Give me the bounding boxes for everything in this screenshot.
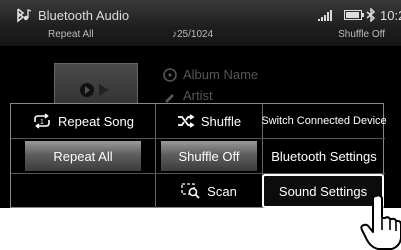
shuffle-off-button[interactable]: Shuffle Off [161,141,257,171]
repeat-all-label: Repeat All [53,148,113,164]
artist-icon [165,93,174,103]
switch-device-label: Switch Connected Device [261,115,387,127]
tap-hand-icon [360,194,401,250]
repeat-song-label: Repeat Song [58,113,134,129]
options-menu: 1 Repeat Song Repeat All Shuffle Shuffle… [10,103,387,208]
track-count: ♪25/1024 [172,29,214,40]
album-name: Album Name [183,67,259,82]
clock: 10:28 [380,8,401,23]
play-pause-icon [80,83,109,97]
album-name-row: Album Name [163,67,258,82]
status-bar: Bluetooth Audio Repeat All ♪25/1024 Shuf… [0,0,401,46]
bluetooth-audio-icon [17,8,32,23]
scan-button[interactable]: Scan [156,174,262,208]
scan-icon [181,183,200,199]
shuffle-button[interactable]: Shuffle [156,104,262,138]
shuffle-off-label: Shuffle Off [178,148,240,164]
repeat-all-button[interactable]: Repeat All [25,141,141,171]
scan-label: Scan [207,183,237,199]
svg-text:1: 1 [40,119,44,126]
shuffle-icon [177,114,195,128]
head-unit-screen: Bluetooth Audio Repeat All ♪25/1024 Shuf… [0,0,401,208]
disc-icon [163,67,177,82]
repeat-song-button[interactable]: 1 Repeat Song [11,104,155,138]
app-title: Bluetooth Audio [38,8,130,23]
battery-icon [344,10,364,20]
artist-row: Artist [163,88,213,103]
signal-strength-icon [318,10,332,21]
switch-connected-device-button[interactable]: Switch Connected Device [261,104,387,138]
sound-settings-label: Sound Settings [278,183,368,199]
bluetooth-icon [366,8,376,22]
bluetooth-settings-label: Bluetooth Settings [271,148,377,164]
repeat-mode-status: Repeat All [48,29,94,40]
shuffle-label: Shuffle [200,113,242,129]
track-count-value: 25/1024 [177,29,214,40]
shuffle-mode-status: Shuffle Off [338,29,385,40]
album-art [54,63,138,105]
artist-name: Artist [183,88,213,103]
bluetooth-settings-button[interactable]: Bluetooth Settings [263,139,385,173]
repeat-one-icon: 1 [34,113,50,129]
